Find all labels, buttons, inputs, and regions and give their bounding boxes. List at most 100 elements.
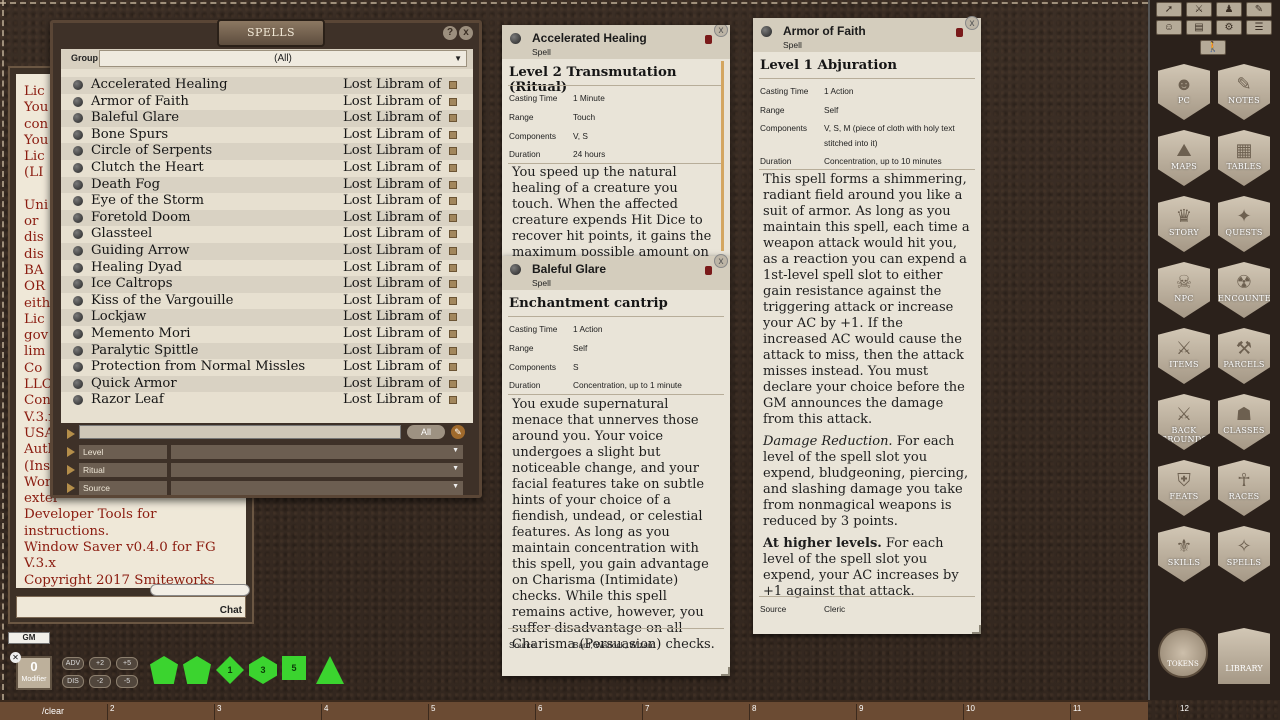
pc-button[interactable]: ☻ PC bbox=[1158, 64, 1210, 120]
spell-name[interactable]: Accelerated Healing bbox=[91, 77, 228, 94]
spell-bullet-icon[interactable] bbox=[73, 212, 83, 223]
spell-bullet-icon[interactable] bbox=[73, 162, 83, 173]
link-icon[interactable] bbox=[449, 363, 457, 372]
spell-bullet-icon[interactable] bbox=[73, 395, 83, 406]
close-icon[interactable]: x bbox=[965, 16, 979, 30]
link-icon[interactable] bbox=[449, 81, 457, 89]
spell-row[interactable]: Razor Leaf Lost Libram of S bbox=[61, 392, 473, 409]
lock-icon[interactable] bbox=[956, 28, 963, 37]
chat-mode-selector[interactable] bbox=[150, 584, 250, 596]
d4-die[interactable] bbox=[150, 656, 178, 684]
spell-bullet-icon[interactable] bbox=[761, 26, 772, 37]
spell-name[interactable]: Quick Armor bbox=[91, 376, 177, 393]
resize-handle[interactable] bbox=[721, 667, 730, 676]
calendar-icon[interactable]: ✎ bbox=[1246, 2, 1272, 17]
spell-bullet-icon[interactable] bbox=[73, 262, 83, 273]
hotkey-slot[interactable]: 11 bbox=[1070, 704, 1081, 720]
resize-handle[interactable] bbox=[972, 625, 981, 634]
plus-5-button[interactable]: +5 bbox=[116, 657, 138, 670]
close-icon[interactable]: x bbox=[714, 254, 728, 268]
hotkey-slot[interactable]: 10 bbox=[963, 704, 975, 720]
spell-row[interactable]: Clutch the Heart Lost Libram of S bbox=[61, 160, 473, 177]
spell-name[interactable]: Clutch the Heart bbox=[91, 160, 204, 177]
classes-button[interactable]: ☗ CLASSES bbox=[1218, 394, 1270, 450]
spell-name[interactable]: Death Fog bbox=[91, 177, 160, 194]
tokens-button[interactable]: TOKENS bbox=[1158, 628, 1208, 678]
maps-button[interactable]: ⛰ MAPS bbox=[1158, 130, 1210, 186]
spell-name[interactable]: Kiss of the Vargouille bbox=[91, 293, 233, 310]
spell-bullet-icon[interactable] bbox=[73, 245, 83, 256]
spell-name[interactable]: Glassteel bbox=[91, 226, 152, 243]
link-icon[interactable] bbox=[449, 396, 457, 405]
spell-name[interactable]: Razor Leaf bbox=[91, 392, 164, 409]
spell-bullet-icon[interactable] bbox=[73, 328, 83, 339]
items-button[interactable]: ⚔ ITEMS bbox=[1158, 328, 1210, 384]
clear-modifier-icon[interactable]: ✕ bbox=[10, 652, 21, 663]
modifier-box[interactable]: 0 Modifier bbox=[16, 656, 52, 690]
link-icon[interactable] bbox=[449, 263, 457, 272]
quests-button[interactable]: ✦ QUESTS bbox=[1218, 196, 1270, 252]
spell-row[interactable]: Lockjaw Lost Libram of S bbox=[61, 309, 473, 326]
link-icon[interactable] bbox=[449, 246, 457, 255]
d12-die[interactable]: 5 bbox=[282, 656, 306, 680]
hotkey-slot[interactable]: 2 bbox=[107, 704, 114, 720]
hotkey-slot[interactable]: 7 bbox=[642, 704, 649, 720]
link-icon[interactable] bbox=[449, 230, 457, 239]
link-icon[interactable] bbox=[449, 379, 457, 388]
npc-button[interactable]: ☠ NPC bbox=[1158, 262, 1210, 318]
spell-row[interactable]: Accelerated Healing Lost Libram of S bbox=[61, 77, 473, 94]
spell-row[interactable]: Paralytic Spittle Lost Libram of S bbox=[61, 342, 473, 360]
library-button[interactable]: LIBRARY bbox=[1218, 628, 1270, 684]
tables-button[interactable]: ▦ TABLES bbox=[1218, 130, 1270, 186]
link-icon[interactable] bbox=[449, 296, 457, 305]
spell-bullet-icon[interactable] bbox=[73, 362, 83, 373]
chat-button[interactable]: Chat bbox=[220, 605, 242, 616]
spell-bullet-icon[interactable] bbox=[73, 80, 83, 90]
minus-5-button[interactable]: -5 bbox=[116, 675, 138, 688]
character-icon[interactable]: ☺ bbox=[1156, 20, 1182, 35]
spell-row[interactable]: Memento Mori Lost Libram of S bbox=[61, 326, 473, 343]
spells-button[interactable]: ✧ SPELLS bbox=[1218, 526, 1270, 582]
spell-name[interactable]: Paralytic Spittle bbox=[91, 343, 198, 360]
all-button[interactable]: All bbox=[407, 425, 445, 439]
spell-row[interactable]: Eye of the Storm Lost Libram of S bbox=[61, 193, 473, 210]
plus-2-button[interactable]: +2 bbox=[89, 657, 111, 670]
spell-bullet-icon[interactable] bbox=[73, 295, 83, 306]
chat-entry-field[interactable] bbox=[16, 596, 246, 618]
spell-bullet-icon[interactable] bbox=[73, 179, 83, 190]
link-icon[interactable] bbox=[449, 114, 457, 123]
minus-2-button[interactable]: -2 bbox=[89, 675, 111, 688]
d10-die[interactable]: 3 bbox=[249, 656, 277, 684]
link-icon[interactable] bbox=[449, 197, 457, 206]
pointer-tool-icon[interactable]: ➚ bbox=[1156, 2, 1182, 17]
parcels-button[interactable]: ⚒ PARCELS bbox=[1218, 328, 1270, 384]
scrollbar[interactable] bbox=[721, 61, 724, 251]
spell-row[interactable]: Bone Spurs Lost Libram of S bbox=[61, 127, 473, 144]
back-grounds-button[interactable]: ⚔ BACK GROUNDS bbox=[1158, 394, 1210, 450]
dice-icon[interactable]: ▤ bbox=[1186, 20, 1212, 35]
spell-bullet-icon[interactable] bbox=[510, 33, 521, 44]
party-sheet-icon[interactable]: ♟ bbox=[1216, 2, 1242, 17]
spell-name[interactable]: Memento Mori bbox=[91, 326, 191, 343]
edit-icon[interactable]: ✎ bbox=[451, 425, 465, 439]
adv-button[interactable]: ADV bbox=[62, 657, 84, 670]
hotkey-slot[interactable]: 8 bbox=[749, 704, 756, 720]
spell-name[interactable]: Healing Dyad bbox=[91, 260, 182, 277]
close-icon[interactable]: x bbox=[459, 26, 473, 40]
spell-bullet-icon[interactable] bbox=[73, 196, 83, 207]
d8-die[interactable]: 1 bbox=[216, 656, 244, 684]
link-icon[interactable] bbox=[449, 147, 457, 156]
hotkey-slot[interactable]: 9 bbox=[856, 704, 863, 720]
spell-name[interactable]: Eye of the Storm bbox=[91, 193, 204, 210]
combat-tracker-icon[interactable]: ⚔ bbox=[1186, 2, 1212, 17]
link-icon[interactable] bbox=[449, 97, 457, 106]
spell-row[interactable]: Protection from Normal Missles Lost Libra… bbox=[61, 359, 473, 376]
spell-name[interactable]: Protection from Normal Missles bbox=[91, 359, 305, 376]
spell-name[interactable]: Bone Spurs bbox=[91, 127, 168, 144]
spell-row[interactable]: Healing Dyad Lost Libram of S bbox=[61, 260, 473, 277]
search-input[interactable] bbox=[79, 425, 401, 439]
hotkey-slot[interactable]: 3 bbox=[214, 704, 221, 720]
group-dropdown[interactable]: (All) ▼ bbox=[99, 50, 467, 67]
spell-bullet-icon[interactable] bbox=[73, 312, 83, 323]
filter-ritual-dropdown[interactable]: ▼ bbox=[171, 463, 463, 477]
